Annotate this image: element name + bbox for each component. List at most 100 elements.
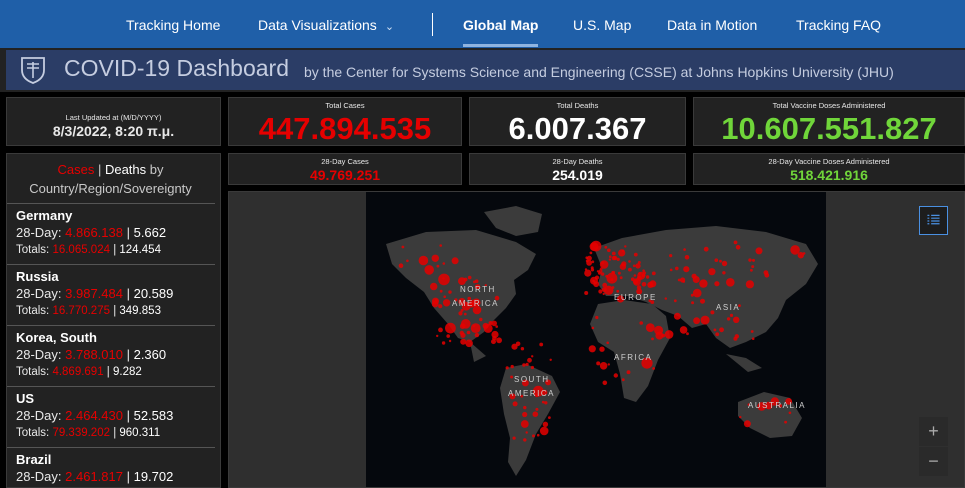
case-bubble[interactable]	[604, 245, 608, 249]
case-bubble[interactable]	[439, 244, 442, 247]
case-bubble[interactable]	[652, 367, 655, 370]
case-bubble[interactable]	[618, 271, 621, 275]
case-bubble[interactable]	[523, 438, 527, 442]
case-bubble[interactable]	[586, 255, 592, 261]
country-row[interactable]: Korea, South 28-Day: 3.788.010 | 2.360 Tot…	[7, 325, 215, 386]
case-bubble[interactable]	[613, 373, 618, 378]
nav-data-visualizations[interactable]: Data Visualizations ⌄	[258, 0, 394, 48]
case-bubble[interactable]	[788, 411, 792, 415]
case-bubble[interactable]	[639, 321, 643, 325]
case-bubble[interactable]	[515, 341, 521, 347]
case-bubble[interactable]	[460, 332, 466, 338]
case-bubble[interactable]	[448, 290, 452, 294]
case-bubble[interactable]	[535, 407, 539, 411]
case-bubble[interactable]	[633, 274, 637, 277]
case-bubble[interactable]	[748, 258, 752, 262]
case-bubble[interactable]	[448, 339, 452, 343]
case-bubble[interactable]	[523, 405, 527, 410]
case-bubble[interactable]	[479, 317, 483, 322]
case-bubble[interactable]	[505, 366, 509, 370]
case-bubble[interactable]	[527, 357, 532, 363]
case-bubble[interactable]	[729, 313, 734, 317]
case-bubble[interactable]	[510, 375, 514, 379]
case-bubble[interactable]	[751, 337, 755, 340]
case-bubble[interactable]	[651, 337, 654, 341]
case-bubble[interactable]	[406, 259, 409, 263]
case-bubble[interactable]	[522, 411, 528, 418]
case-bubble[interactable]	[621, 378, 625, 382]
case-bubble[interactable]	[636, 285, 642, 290]
case-bubble[interactable]	[608, 258, 612, 261]
case-bubble[interactable]	[525, 362, 529, 366]
case-bubble[interactable]	[401, 245, 405, 249]
case-bubble[interactable]	[632, 264, 636, 268]
case-bubble[interactable]	[726, 317, 731, 321]
list-scrollbar[interactable]	[220, 203, 221, 488]
country-row[interactable]: Germany 28-Day: 4.866.138 | 5.662 Totals: …	[7, 203, 215, 264]
case-bubble[interactable]	[611, 251, 616, 256]
case-bubble[interactable]	[686, 332, 689, 336]
case-bubble[interactable]	[739, 415, 742, 419]
case-bubble[interactable]	[735, 245, 741, 250]
case-bubble[interactable]	[683, 266, 690, 273]
country-row[interactable]: Brazil 28-Day: 2.461.817 | 19.702	[7, 447, 215, 487]
case-bubble[interactable]	[715, 332, 720, 337]
case-bubble[interactable]	[599, 362, 608, 370]
case-bubble[interactable]	[460, 338, 467, 345]
country-row[interactable]: US 28-Day: 2.464.430 | 52.583 Totals: 79.3…	[7, 386, 215, 447]
case-bubble[interactable]	[633, 252, 638, 257]
case-bubble[interactable]	[589, 251, 593, 255]
case-bubble[interactable]	[492, 336, 497, 341]
case-bubble[interactable]	[616, 257, 620, 261]
case-bubble[interactable]	[622, 263, 626, 267]
case-bubble[interactable]	[763, 270, 769, 275]
case-bubble[interactable]	[745, 280, 754, 289]
case-bubble[interactable]	[591, 260, 595, 264]
case-bubble[interactable]	[628, 267, 632, 272]
case-bubble[interactable]	[445, 322, 456, 334]
case-bubble[interactable]	[609, 255, 612, 258]
case-bubble[interactable]	[683, 248, 686, 251]
case-bubble[interactable]	[610, 278, 614, 282]
case-bubble[interactable]	[432, 297, 439, 305]
case-bubble[interactable]	[611, 271, 614, 274]
case-bubble[interactable]	[691, 301, 695, 305]
case-bubble[interactable]	[588, 345, 596, 353]
case-bubble[interactable]	[733, 240, 738, 245]
case-bubble[interactable]	[611, 286, 615, 289]
case-bubble[interactable]	[436, 264, 440, 268]
case-bubble[interactable]	[470, 323, 481, 333]
case-bubble[interactable]	[599, 267, 603, 271]
case-bubble[interactable]	[645, 275, 650, 279]
case-bubble[interactable]	[532, 411, 539, 417]
case-bubble[interactable]	[438, 327, 443, 333]
case-bubble[interactable]	[645, 323, 655, 332]
case-bubble[interactable]	[530, 365, 534, 370]
case-bubble[interactable]	[441, 341, 446, 345]
case-bubble[interactable]	[598, 289, 603, 294]
case-bubble[interactable]	[700, 315, 710, 325]
case-bubble[interactable]	[442, 262, 446, 265]
case-bubble[interactable]	[548, 416, 551, 419]
case-bubble[interactable]	[442, 277, 445, 280]
case-bubble[interactable]	[755, 247, 763, 255]
case-bubble[interactable]	[607, 248, 611, 253]
case-bubble[interactable]	[743, 420, 751, 428]
case-bubble[interactable]	[675, 266, 679, 271]
case-bubble[interactable]	[539, 426, 549, 436]
case-bubble[interactable]	[595, 315, 599, 320]
case-bubble[interactable]	[473, 280, 476, 284]
case-bubble[interactable]	[606, 341, 609, 345]
case-bubble[interactable]	[496, 337, 502, 344]
case-bubble[interactable]	[418, 255, 429, 266]
case-bubble[interactable]	[593, 281, 600, 288]
header-deaths-tab[interactable]: Deaths	[105, 162, 146, 177]
case-bubble[interactable]	[708, 268, 716, 276]
case-bubble[interactable]	[703, 246, 709, 252]
case-bubble[interactable]	[439, 289, 443, 293]
nav-global-map[interactable]: Global Map	[463, 0, 539, 48]
case-bubble[interactable]	[669, 268, 673, 272]
case-bubble[interactable]	[673, 299, 677, 303]
case-bubble[interactable]	[584, 269, 592, 277]
case-bubble[interactable]	[722, 271, 726, 275]
